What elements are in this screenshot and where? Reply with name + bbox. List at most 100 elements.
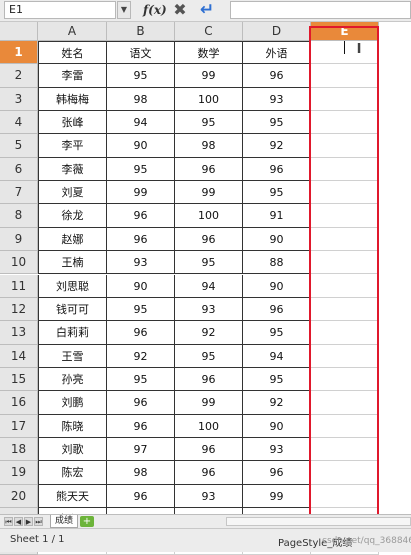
- cell-e1[interactable]: [311, 41, 379, 65]
- cell-b2[interactable]: 95: [107, 64, 175, 88]
- cell-e10[interactable]: [311, 251, 379, 275]
- row-header-11[interactable]: 11: [0, 274, 38, 298]
- cell-b12[interactable]: 95: [107, 297, 175, 322]
- cell-b10[interactable]: 93: [107, 251, 175, 275]
- cell-c10[interactable]: 95: [175, 251, 243, 275]
- cell-c12[interactable]: 93: [175, 297, 243, 322]
- cell-e3[interactable]: [311, 87, 379, 112]
- last-sheet-icon[interactable]: ⏭: [34, 517, 43, 526]
- row-header-9[interactable]: 9: [0, 227, 38, 252]
- row-header-14[interactable]: 14: [0, 344, 38, 368]
- cell-a7[interactable]: 刘夏: [38, 181, 107, 205]
- cell-a19[interactable]: 陈宏: [38, 461, 107, 485]
- cell-a8[interactable]: 徐龙: [38, 204, 107, 228]
- cell-c19[interactable]: 96: [175, 461, 243, 485]
- row-header-8[interactable]: 8: [0, 204, 38, 228]
- cell-a10[interactable]: 王楠: [38, 251, 107, 275]
- cell-d6[interactable]: 96: [243, 157, 311, 182]
- cell-a16[interactable]: 刘鹏: [38, 391, 107, 415]
- cell-b4[interactable]: 94: [107, 111, 175, 135]
- cell-d16[interactable]: 92: [243, 391, 311, 415]
- cell-c16[interactable]: 99: [175, 391, 243, 415]
- column-header-b[interactable]: B: [107, 22, 175, 41]
- cell-e9[interactable]: [311, 227, 379, 252]
- cell-e14[interactable]: [311, 344, 379, 368]
- cell-c8[interactable]: 100: [175, 204, 243, 228]
- column-header-a[interactable]: A: [38, 22, 107, 41]
- row-header-20[interactable]: 20: [0, 484, 38, 508]
- cell-d1[interactable]: 外语: [243, 41, 311, 65]
- row-header-7[interactable]: 7: [0, 181, 38, 205]
- row-header-17[interactable]: 17: [0, 414, 38, 438]
- cell-e8[interactable]: [311, 204, 379, 228]
- cell-e4[interactable]: [311, 111, 379, 135]
- cell-c17[interactable]: 100: [175, 414, 243, 438]
- cell-e11[interactable]: [311, 274, 379, 298]
- cancel-icon[interactable]: ✖: [171, 0, 189, 20]
- cell-e16[interactable]: [311, 391, 379, 415]
- cell-a17[interactable]: 陈晓: [38, 414, 107, 438]
- cell-b17[interactable]: 96: [107, 414, 175, 438]
- cell-b1[interactable]: 语文: [107, 41, 175, 65]
- cell-d7[interactable]: 95: [243, 181, 311, 205]
- cell-c7[interactable]: 99: [175, 181, 243, 205]
- cell-d4[interactable]: 95: [243, 111, 311, 135]
- cell-d18[interactable]: 93: [243, 437, 311, 462]
- cell-e7[interactable]: [311, 181, 379, 205]
- sheet-tab-scores[interactable]: 成绩: [50, 515, 78, 528]
- row-header-3[interactable]: 3: [0, 87, 38, 112]
- cell-a5[interactable]: 李平: [38, 134, 107, 158]
- cell-a12[interactable]: 钱可可: [38, 297, 107, 322]
- cell-e17[interactable]: [311, 414, 379, 438]
- cell-b16[interactable]: 96: [107, 391, 175, 415]
- column-header-d[interactable]: D: [243, 22, 311, 41]
- name-box-dropdown-icon[interactable]: ▼: [117, 1, 131, 19]
- cell-d11[interactable]: 90: [243, 274, 311, 298]
- row-header-5[interactable]: 5: [0, 134, 38, 158]
- function-wizard-icon[interactable]: f(x): [143, 2, 167, 20]
- cell-e15[interactable]: [311, 367, 379, 392]
- cell-d17[interactable]: 90: [243, 414, 311, 438]
- row-header-6[interactable]: 6: [0, 157, 38, 182]
- cell-e19[interactable]: [311, 461, 379, 485]
- row-header-4[interactable]: 4: [0, 111, 38, 135]
- row-header-15[interactable]: 15: [0, 367, 38, 392]
- select-all-corner[interactable]: [0, 22, 38, 41]
- cell-d5[interactable]: 92: [243, 134, 311, 158]
- next-sheet-icon[interactable]: ▶: [24, 517, 33, 526]
- cell-b13[interactable]: 96: [107, 321, 175, 345]
- cell-b8[interactable]: 96: [107, 204, 175, 228]
- row-header-18[interactable]: 18: [0, 437, 38, 462]
- cell-c2[interactable]: 99: [175, 64, 243, 88]
- cell-e12[interactable]: [311, 297, 379, 322]
- cell-c15[interactable]: 96: [175, 367, 243, 392]
- cell-a1[interactable]: 姓名: [38, 41, 107, 65]
- add-sheet-icon[interactable]: +: [80, 516, 94, 527]
- cell-c11[interactable]: 94: [175, 274, 243, 298]
- cell-b7[interactable]: 99: [107, 181, 175, 205]
- cell-b5[interactable]: 90: [107, 134, 175, 158]
- cell-b19[interactable]: 98: [107, 461, 175, 485]
- cell-d12[interactable]: 96: [243, 297, 311, 322]
- cell-d3[interactable]: 93: [243, 87, 311, 112]
- cell-c5[interactable]: 98: [175, 134, 243, 158]
- cell-c13[interactable]: 92: [175, 321, 243, 345]
- cell-c9[interactable]: 96: [175, 227, 243, 252]
- cell-b3[interactable]: 98: [107, 87, 175, 112]
- cell-c4[interactable]: 95: [175, 111, 243, 135]
- cell-e13[interactable]: [311, 321, 379, 345]
- cell-a20[interactable]: 熊天天: [38, 484, 107, 508]
- cell-e5[interactable]: [311, 134, 379, 158]
- cell-d14[interactable]: 94: [243, 344, 311, 368]
- cell-d8[interactable]: 91: [243, 204, 311, 228]
- cell-d20[interactable]: 99: [243, 484, 311, 508]
- row-header-1[interactable]: 1: [0, 41, 38, 65]
- cell-b14[interactable]: 92: [107, 344, 175, 368]
- row-header-13[interactable]: 13: [0, 321, 38, 345]
- cell-d13[interactable]: 95: [243, 321, 311, 345]
- first-sheet-icon[interactable]: ⏮: [4, 517, 13, 526]
- cell-d9[interactable]: 90: [243, 227, 311, 252]
- cell-c18[interactable]: 96: [175, 437, 243, 462]
- cell-e20[interactable]: [311, 484, 379, 508]
- cell-b11[interactable]: 90: [107, 274, 175, 298]
